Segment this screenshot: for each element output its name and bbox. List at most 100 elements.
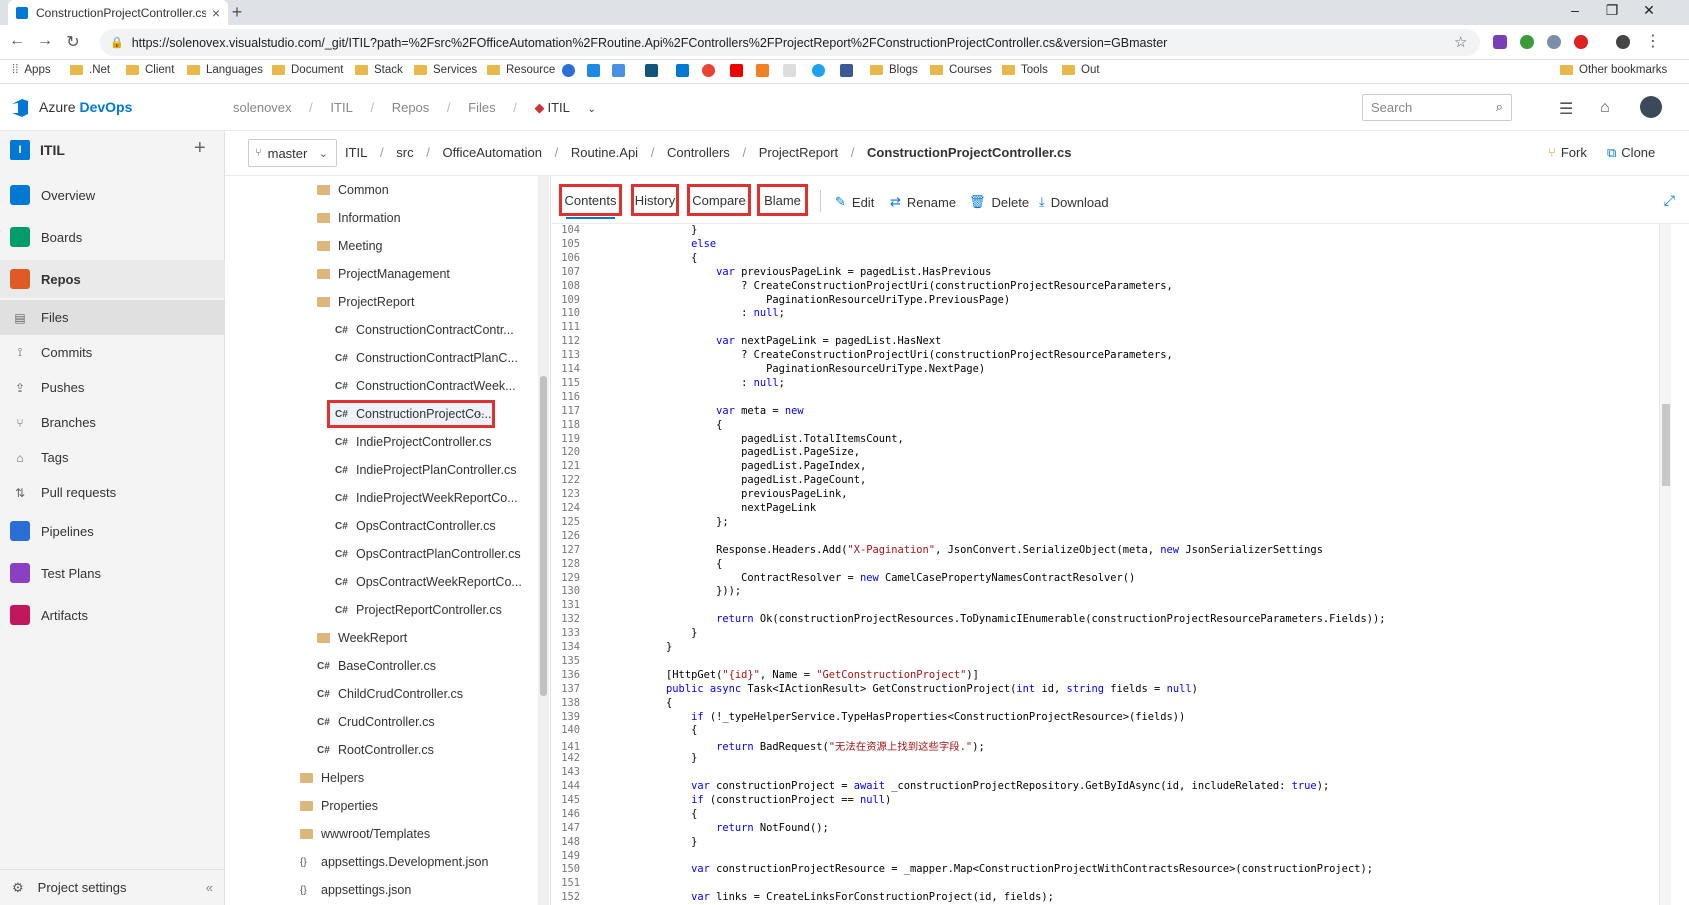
breadcrumb-project[interactable]: ITIL bbox=[330, 100, 352, 115]
tab-contents[interactable]: Contents bbox=[559, 184, 622, 219]
clone-button[interactable]: ⧉ Clone bbox=[1607, 145, 1655, 161]
bookmark-folder[interactable]: Client bbox=[126, 64, 174, 76]
tree-file[interactable]: C# ChildCrudController.cs bbox=[225, 680, 536, 708]
more-options-icon[interactable]: ··· bbox=[473, 407, 486, 421]
tree-file[interactable]: C# ConstructionContractPlanC... bbox=[225, 344, 536, 372]
bookmark-folder[interactable]: .Net bbox=[70, 64, 110, 76]
bookmark-icon-app[interactable] bbox=[612, 64, 625, 77]
tree-file[interactable]: C# OpsContractWeekReportCo... bbox=[225, 568, 536, 596]
bookmark-icon-bing[interactable] bbox=[645, 64, 658, 77]
fork-button[interactable]: ⑂ Fork bbox=[1548, 145, 1587, 160]
list-icon[interactable]: ☰ bbox=[1559, 99, 1573, 119]
bookmark-folder[interactable]: Courses bbox=[930, 64, 992, 76]
tree-file[interactable]: {} appsettings.json bbox=[225, 876, 536, 904]
other-bookmarks[interactable]: Other bookmarks bbox=[1560, 64, 1667, 76]
download-button[interactable]: ⤓ Download bbox=[1039, 194, 1109, 210]
tree-file[interactable]: C# ConstructionContractContr... bbox=[225, 316, 536, 344]
bookmark-folder[interactable]: Document bbox=[272, 64, 343, 76]
bookmark-icon-twitter[interactable] bbox=[812, 64, 825, 77]
path-segment[interactable]: src bbox=[396, 145, 413, 160]
marketplace-bag-icon[interactable]: ⌂ bbox=[1600, 99, 1610, 117]
search-input[interactable]: Search ⌕ bbox=[1362, 94, 1512, 121]
nav-commits[interactable]: ⟟ Commits bbox=[0, 335, 225, 370]
code-scrollbar[interactable] bbox=[1659, 224, 1671, 905]
bookmark-icon-stack[interactable] bbox=[756, 64, 769, 77]
close-window-icon[interactable]: ✕ bbox=[1634, 2, 1664, 19]
bookmark-icon-youtube[interactable] bbox=[730, 64, 743, 77]
nav-test-plans[interactable]: Test Plans bbox=[0, 554, 225, 592]
tree-scrollbar-thumb[interactable] bbox=[540, 376, 547, 696]
tree-folder[interactable]: Properties bbox=[225, 792, 536, 820]
breadcrumb-repo-selector[interactable]: ◆ ITIL ⌄ bbox=[534, 100, 609, 115]
bookmark-folder[interactable]: Services bbox=[414, 64, 477, 76]
forward-icon[interactable]: → bbox=[34, 32, 56, 50]
close-tab-icon[interactable]: × bbox=[212, 5, 220, 21]
project-selector[interactable]: I ITIL bbox=[10, 140, 65, 160]
tree-folder[interactable]: Meeting bbox=[225, 232, 536, 260]
browser-tab[interactable]: ConstructionProjectController.cs × bbox=[8, 0, 228, 25]
bookmark-icon-facebook[interactable] bbox=[840, 64, 853, 77]
tree-file[interactable]: C# BaseController.cs bbox=[225, 652, 536, 680]
bookmark-folder[interactable]: Stack bbox=[355, 64, 403, 76]
extension-icon[interactable] bbox=[1520, 35, 1534, 49]
onenote-extension-icon[interactable] bbox=[1493, 35, 1507, 49]
tree-folder[interactable]: wwwroot/Templates bbox=[225, 820, 536, 848]
tab-compare[interactable]: Compare bbox=[687, 184, 751, 216]
bookmark-folder[interactable]: Languages bbox=[187, 64, 263, 76]
path-segment[interactable]: Controllers bbox=[667, 145, 730, 160]
tree-folder[interactable]: Information bbox=[225, 204, 536, 232]
path-segment[interactable]: Routine.Api bbox=[571, 145, 638, 160]
profile-icon[interactable] bbox=[1616, 35, 1630, 49]
tree-folder[interactable]: ProjectReport bbox=[225, 288, 536, 316]
tree-folder[interactable]: ProjectManagement bbox=[225, 260, 536, 288]
project-settings[interactable]: ⚙ Project settings « bbox=[0, 869, 225, 905]
rename-button[interactable]: ⇄ Rename bbox=[890, 194, 956, 210]
edit-button[interactable]: ✎ Edit bbox=[835, 194, 874, 210]
tab-history[interactable]: History bbox=[631, 184, 679, 216]
nav-tags[interactable]: ⌂ Tags bbox=[0, 440, 225, 475]
tree-file[interactable]: C# IndieProjectWeekReportCo... bbox=[225, 484, 536, 512]
breadcrumb-org[interactable]: solenovex bbox=[233, 100, 292, 115]
nav-overview[interactable]: Overview bbox=[0, 176, 225, 214]
restore-icon[interactable]: ❐ bbox=[1597, 2, 1627, 19]
collapse-nav-icon[interactable]: « bbox=[206, 880, 213, 895]
tree-file[interactable]: C# CrudController.cs bbox=[225, 708, 536, 736]
tree-file[interactable]: C# RootController.cs bbox=[225, 736, 536, 764]
tree-folder[interactable]: Helpers bbox=[225, 764, 536, 792]
avatar[interactable] bbox=[1640, 96, 1662, 118]
bookmark-icon-translate[interactable] bbox=[587, 64, 600, 77]
bookmark-folder[interactable]: Resource bbox=[487, 64, 555, 76]
reload-icon[interactable]: ↻ bbox=[62, 32, 84, 52]
delete-button[interactable]: 🗑 Delete bbox=[969, 194, 1029, 210]
nav-pushes[interactable]: ⇪ Pushes bbox=[0, 370, 225, 405]
nav-files[interactable]: ▤ Files bbox=[0, 300, 225, 335]
path-segment[interactable]: OfficeAutomation bbox=[443, 145, 542, 160]
fullscreen-icon[interactable]: ⤢ bbox=[1664, 192, 1675, 209]
nav-artifacts[interactable]: Artifacts bbox=[0, 596, 225, 634]
add-icon[interactable]: + bbox=[194, 137, 206, 160]
extension-icon[interactable] bbox=[1547, 35, 1561, 49]
nav-repos[interactable]: Repos bbox=[0, 260, 225, 298]
nav-pull-requests[interactable]: ⇅ Pull requests bbox=[0, 475, 225, 510]
code-scrollbar-thumb[interactable] bbox=[1662, 404, 1670, 486]
bookmark-folder[interactable]: Tools bbox=[1002, 64, 1048, 76]
breadcrumb-files[interactable]: Files bbox=[468, 100, 495, 115]
search-icon[interactable]: ⌕ bbox=[1496, 99, 1503, 115]
path-segment[interactable]: ITIL bbox=[345, 145, 367, 160]
tree-file[interactable]: {} appsettings.Development.json bbox=[225, 848, 536, 876]
browser-menu-icon[interactable]: ⋮ bbox=[1642, 31, 1664, 51]
tree-file[interactable]: C# ConstructionProjectCo... ··· bbox=[327, 400, 495, 428]
bookmark-icon-wikipedia[interactable] bbox=[783, 64, 796, 77]
tab-blame[interactable]: Blame bbox=[757, 184, 808, 216]
nav-pipelines[interactable]: Pipelines bbox=[0, 512, 225, 550]
address-bar[interactable]: 🔒 https://solenovex.visualstudio.com/_gi… bbox=[100, 29, 1480, 56]
nav-branches[interactable]: ⑂ Branches bbox=[0, 405, 225, 440]
breadcrumb-repos[interactable]: Repos bbox=[392, 100, 430, 115]
code-viewer[interactable]: 104 } 105 else 106 {107 var previousPageLi… bbox=[552, 224, 1689, 905]
minimize-icon[interactable]: – bbox=[1560, 2, 1590, 18]
bookmark-icon-azure[interactable] bbox=[676, 64, 689, 77]
nav-boards[interactable]: Boards bbox=[0, 218, 225, 256]
new-tab-icon[interactable]: + bbox=[226, 2, 248, 23]
azure-devops-brand[interactable]: Azure DevOps bbox=[39, 99, 132, 115]
bookmark-star-icon[interactable]: ☆ bbox=[1454, 33, 1467, 51]
